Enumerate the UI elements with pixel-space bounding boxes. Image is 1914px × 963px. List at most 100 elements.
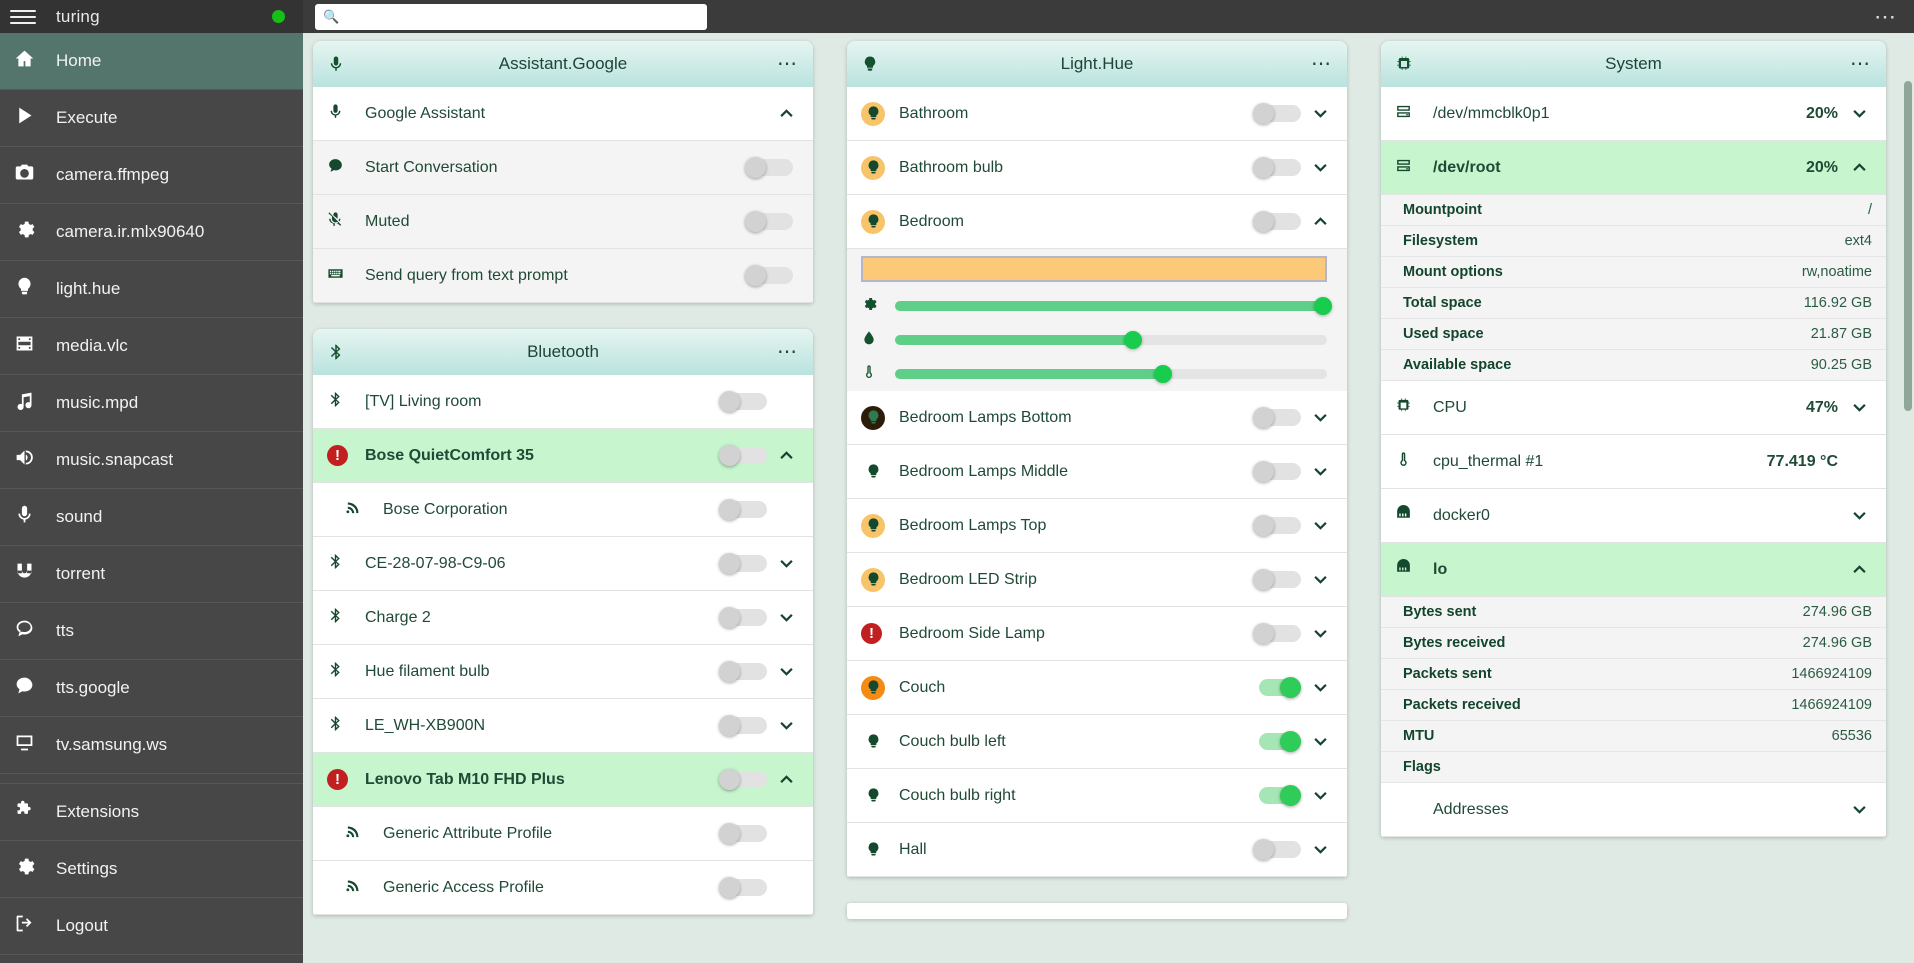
bluetooth-device-row[interactable]: Hue filament bulb bbox=[313, 645, 813, 699]
toggle-switch[interactable] bbox=[1253, 623, 1301, 644]
slider-knob[interactable] bbox=[1154, 365, 1172, 383]
sidebar-item-tts-google[interactable]: tts.google bbox=[0, 660, 303, 717]
sidebar-item-music-snapcast[interactable]: music.snapcast bbox=[0, 432, 303, 489]
toggle-switch[interactable] bbox=[719, 877, 767, 898]
hue-color-picker-row[interactable] bbox=[847, 249, 1347, 289]
chevron-up-icon[interactable] bbox=[773, 451, 799, 460]
slider-track[interactable] bbox=[895, 369, 1327, 379]
bluetooth-device-row[interactable]: Generic Access Profile bbox=[313, 861, 813, 915]
toggle-switch[interactable] bbox=[1253, 515, 1301, 536]
sidebar-item-execute[interactable]: Execute bbox=[0, 90, 303, 147]
hue-slider-row[interactable] bbox=[847, 357, 1347, 391]
hue-light-row[interactable]: Couch bulb right bbox=[847, 769, 1347, 823]
search-input[interactable] bbox=[339, 9, 707, 24]
sidebar-item-torrent[interactable]: torrent bbox=[0, 546, 303, 603]
chevron-down-icon[interactable] bbox=[1846, 109, 1872, 118]
assistant-row[interactable]: Muted bbox=[313, 195, 813, 249]
search-box[interactable]: 🔍 bbox=[315, 4, 707, 30]
hamburger-icon[interactable] bbox=[10, 7, 36, 27]
slider-knob[interactable] bbox=[1314, 297, 1332, 315]
toggle-switch[interactable] bbox=[719, 769, 767, 790]
bluetooth-device-row[interactable]: Charge 2 bbox=[313, 591, 813, 645]
chevron-down-icon[interactable] bbox=[1307, 521, 1333, 530]
toggle-switch[interactable] bbox=[719, 661, 767, 682]
sidebar-item-tv-samsung-ws[interactable]: tv.samsung.ws bbox=[0, 717, 303, 774]
system-row[interactable]: lo bbox=[1381, 543, 1886, 597]
sidebar-item-home[interactable]: Home bbox=[0, 33, 303, 90]
toggle-switch[interactable] bbox=[1253, 839, 1301, 860]
sidebar-item-music-mpd[interactable]: music.mpd bbox=[0, 375, 303, 432]
system-row[interactable]: CPU47% bbox=[1381, 381, 1886, 435]
hue-light-row[interactable]: Bedroom Lamps Top bbox=[847, 499, 1347, 553]
assistant-row[interactable]: Google Assistant bbox=[313, 87, 813, 141]
hue-card-menu-icon[interactable]: ⋯ bbox=[1311, 60, 1333, 68]
toggle-switch[interactable] bbox=[1253, 785, 1301, 806]
chevron-down-icon[interactable] bbox=[773, 559, 799, 568]
bluetooth-card-menu-icon[interactable]: ⋯ bbox=[777, 348, 799, 356]
hue-slider-row[interactable] bbox=[847, 323, 1347, 357]
bluetooth-device-row[interactable]: Bose Corporation bbox=[313, 483, 813, 537]
bluetooth-device-row[interactable]: LE_WH-XB900N bbox=[313, 699, 813, 753]
bluetooth-device-row[interactable]: Generic Attribute Profile bbox=[313, 807, 813, 861]
bluetooth-device-row[interactable]: !Bose QuietComfort 35 bbox=[313, 429, 813, 483]
hue-light-row[interactable]: Bathroom bbox=[847, 87, 1347, 141]
chevron-up-icon[interactable] bbox=[773, 109, 799, 118]
system-row[interactable]: cpu_thermal #177.419 °C bbox=[1381, 435, 1886, 489]
main-scrollbar[interactable] bbox=[1904, 81, 1912, 411]
chevron-down-icon[interactable] bbox=[773, 721, 799, 730]
sidebar-item-tts[interactable]: tts bbox=[0, 603, 303, 660]
sidebar-item-sound[interactable]: sound bbox=[0, 489, 303, 546]
toggle-switch[interactable] bbox=[1253, 103, 1301, 124]
bluetooth-device-row[interactable]: !Lenovo Tab M10 FHD Plus bbox=[313, 753, 813, 807]
toggle-switch[interactable] bbox=[719, 499, 767, 520]
toggle-switch[interactable] bbox=[745, 157, 793, 178]
toggle-switch[interactable] bbox=[719, 391, 767, 412]
hue-light-row[interactable]: Couch bulb left bbox=[847, 715, 1347, 769]
assistant-card-menu-icon[interactable]: ⋯ bbox=[777, 60, 799, 68]
system-row[interactable]: Addresses bbox=[1381, 783, 1886, 837]
hue-light-row[interactable]: Bedroom bbox=[847, 195, 1347, 249]
chevron-up-icon[interactable] bbox=[773, 775, 799, 784]
toggle-switch[interactable] bbox=[719, 607, 767, 628]
chevron-down-icon[interactable] bbox=[1307, 163, 1333, 172]
sidebar-item-media-vlc[interactable]: media.vlc bbox=[0, 318, 303, 375]
sidebar-item-camera-ir-mlx90640[interactable]: camera.ir.mlx90640 bbox=[0, 204, 303, 261]
chevron-down-icon[interactable] bbox=[1846, 403, 1872, 412]
chevron-up-icon[interactable] bbox=[1307, 217, 1333, 226]
hue-light-row[interactable]: Bedroom LED Strip bbox=[847, 553, 1347, 607]
sidebar-item-light-hue[interactable]: light.hue bbox=[0, 261, 303, 318]
sidebar-item-camera-ffmpeg[interactable]: camera.ffmpeg bbox=[0, 147, 303, 204]
toggle-switch[interactable] bbox=[719, 445, 767, 466]
chevron-down-icon[interactable] bbox=[773, 613, 799, 622]
toggle-switch[interactable] bbox=[719, 823, 767, 844]
bluetooth-device-row[interactable]: [TV] Living room bbox=[313, 375, 813, 429]
toggle-switch[interactable] bbox=[745, 211, 793, 232]
toggle-switch[interactable] bbox=[1253, 157, 1301, 178]
toggle-switch[interactable] bbox=[719, 715, 767, 736]
chevron-down-icon[interactable] bbox=[1307, 683, 1333, 692]
sidebar-item-extensions[interactable]: Extensions bbox=[0, 784, 303, 841]
chevron-down-icon[interactable] bbox=[1307, 413, 1333, 422]
toggle-switch[interactable] bbox=[1253, 677, 1301, 698]
bluetooth-device-row[interactable]: CE-28-07-98-C9-06 bbox=[313, 537, 813, 591]
toggle-switch[interactable] bbox=[1253, 211, 1301, 232]
system-row[interactable]: /dev/root20% bbox=[1381, 141, 1886, 195]
hue-light-row[interactable]: Hall bbox=[847, 823, 1347, 877]
toggle-switch[interactable] bbox=[1253, 731, 1301, 752]
toggle-switch[interactable] bbox=[1253, 461, 1301, 482]
slider-track[interactable] bbox=[895, 301, 1327, 311]
chevron-down-icon[interactable] bbox=[1307, 109, 1333, 118]
chevron-down-icon[interactable] bbox=[1307, 737, 1333, 746]
toggle-switch[interactable] bbox=[745, 265, 793, 286]
chevron-down-icon[interactable] bbox=[1307, 629, 1333, 638]
system-row[interactable]: docker0 bbox=[1381, 489, 1886, 543]
toggle-switch[interactable] bbox=[1253, 407, 1301, 428]
topbar-overflow-menu-icon[interactable]: ⋯ bbox=[1874, 12, 1914, 22]
assistant-row[interactable]: Send query from text prompt bbox=[313, 249, 813, 303]
chevron-down-icon[interactable] bbox=[1307, 791, 1333, 800]
hue-light-row[interactable]: Bedroom Lamps Middle bbox=[847, 445, 1347, 499]
chevron-up-icon[interactable] bbox=[1846, 565, 1872, 574]
chevron-down-icon[interactable] bbox=[1846, 805, 1872, 814]
assistant-row[interactable]: Start Conversation bbox=[313, 141, 813, 195]
chevron-up-icon[interactable] bbox=[1846, 163, 1872, 172]
